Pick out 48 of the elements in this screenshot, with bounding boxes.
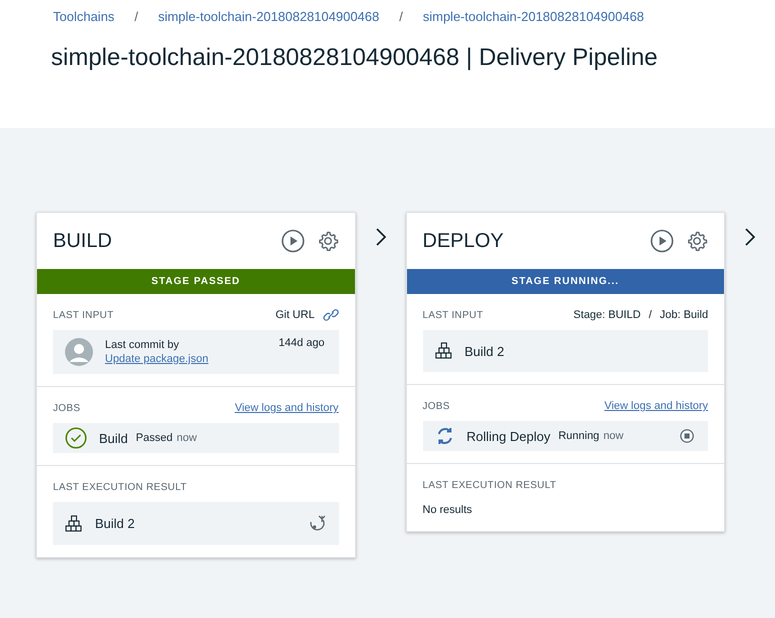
section-label: LAST EXECUTION RESULT xyxy=(53,482,187,492)
chevron-right-icon xyxy=(745,228,756,246)
commit-label: Last commit by xyxy=(105,339,180,351)
job-name: Rolling Deploy xyxy=(466,428,550,444)
input-source-text: Stage: BUILD xyxy=(573,309,641,321)
settings-icon[interactable] xyxy=(316,230,339,252)
stop-icon[interactable] xyxy=(680,429,694,443)
section-label: JOBS xyxy=(53,402,80,414)
breadcrumb-link[interactable]: Toolchains xyxy=(53,8,114,24)
play-icon[interactable] xyxy=(650,229,674,253)
job-row[interactable]: Build Passed now xyxy=(53,423,339,453)
breadcrumb-link[interactable]: simple-toolchain-20180828104900468 xyxy=(158,8,380,24)
breadcrumb-link[interactable]: simple-toolchain-20180828104900468 xyxy=(422,8,644,24)
commit-link[interactable]: Update package.json xyxy=(105,353,267,365)
input-source-text: / xyxy=(648,309,652,321)
page-title: simple-toolchain-20180828104900468 | Delivery Pipeline xyxy=(51,44,659,72)
logs-link[interactable]: View logs and history xyxy=(604,400,708,412)
link-icon[interactable] xyxy=(322,309,339,321)
job-time: now xyxy=(176,432,198,444)
input-source-text: Git URL xyxy=(275,309,315,321)
stage-status-bar: STAGE PASSED xyxy=(37,269,355,294)
check-circle-icon xyxy=(65,427,87,449)
chevron-right-icon xyxy=(376,228,386,246)
play-icon[interactable] xyxy=(280,229,305,253)
commit-age: 144d ago xyxy=(278,337,325,349)
breadcrumb-separator: / xyxy=(134,8,138,24)
job-row[interactable]: Rolling Deploy Running now xyxy=(422,421,708,451)
input-source-text: Job: Build xyxy=(660,309,708,321)
stage-title: DEPLOY xyxy=(422,230,505,252)
job-time: now xyxy=(603,430,624,442)
breadcrumb-separator: / xyxy=(399,8,403,24)
section-label: LAST INPUT xyxy=(422,310,484,320)
blocks-icon xyxy=(65,514,83,532)
logs-link[interactable]: View logs and history xyxy=(234,402,339,414)
stage-title: BUILD xyxy=(53,230,113,252)
job-status: Running xyxy=(558,430,600,442)
no-results-text: No results xyxy=(422,503,474,518)
settings-icon[interactable] xyxy=(686,230,708,252)
blocks-icon xyxy=(434,342,452,360)
job-status: Passed xyxy=(136,432,173,444)
stage-status-bar: STAGE RUNNING... xyxy=(406,269,724,294)
build-name: Build 2 xyxy=(95,516,136,531)
section-label: LAST EXECUTION RESULT xyxy=(422,480,556,490)
job-name: Build xyxy=(99,430,128,446)
avatar xyxy=(65,338,93,366)
build-name: Build 2 xyxy=(464,344,504,358)
section-label: LAST INPUT xyxy=(53,310,114,320)
section-label: JOBS xyxy=(422,400,450,412)
